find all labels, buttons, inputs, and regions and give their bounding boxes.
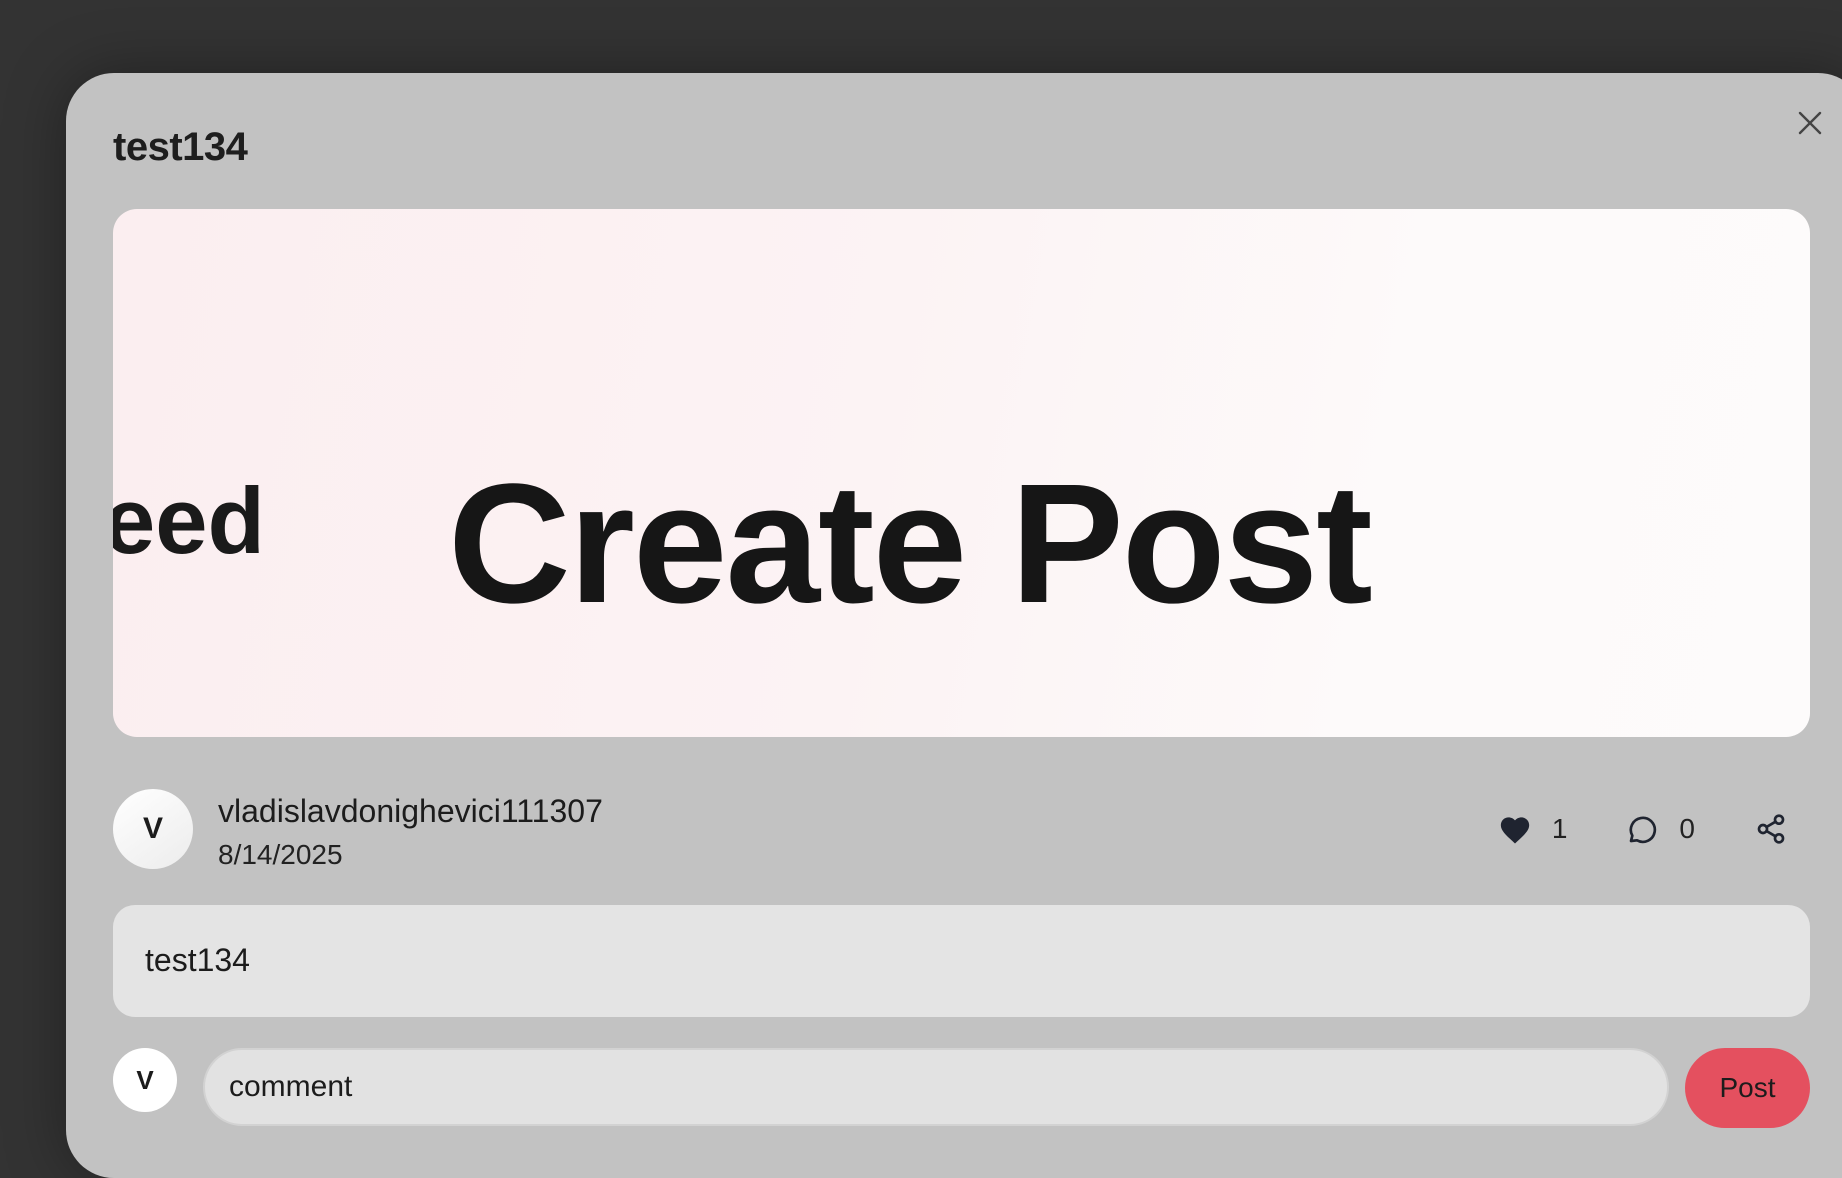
author-row: V vladislavdonighevici111307 8/14/2025 1… xyxy=(113,789,1810,870)
post-image-side-text: eed xyxy=(113,468,265,573)
heart-icon xyxy=(1500,817,1530,844)
modal-title: test134 xyxy=(113,125,248,169)
share-icon xyxy=(1757,814,1785,844)
post-caption-box: test134 xyxy=(113,905,1810,1017)
post-image-main-text: Create Post xyxy=(448,449,1373,639)
post-date: 8/14/2025 xyxy=(218,839,343,870)
like-button[interactable]: 1 xyxy=(1498,813,1568,845)
post-detail-modal: test134 eed Create Post V vladislavdonig… xyxy=(66,73,1842,1178)
post-comment-button[interactable]: Post xyxy=(1685,1048,1810,1128)
comment-bubble-icon xyxy=(1629,816,1657,844)
comment-button[interactable]: 0 xyxy=(1627,813,1695,845)
like-count: 1 xyxy=(1551,813,1568,844)
close-button[interactable] xyxy=(1790,103,1830,143)
comment-composer: V Post xyxy=(113,1048,1810,1128)
comment-input[interactable] xyxy=(203,1048,1669,1126)
comment-count: 0 xyxy=(1679,813,1695,844)
post-caption: test134 xyxy=(145,942,250,978)
share-button[interactable] xyxy=(1755,813,1787,845)
post-actions: 1 0 xyxy=(1498,807,1810,851)
author-avatar[interactable]: V xyxy=(113,789,193,869)
current-user-avatar: V xyxy=(113,1048,177,1112)
author-username[interactable]: vladislavdonighevici111307 xyxy=(218,793,603,830)
post-image: eed Create Post xyxy=(113,209,1810,737)
close-icon xyxy=(1798,111,1822,135)
